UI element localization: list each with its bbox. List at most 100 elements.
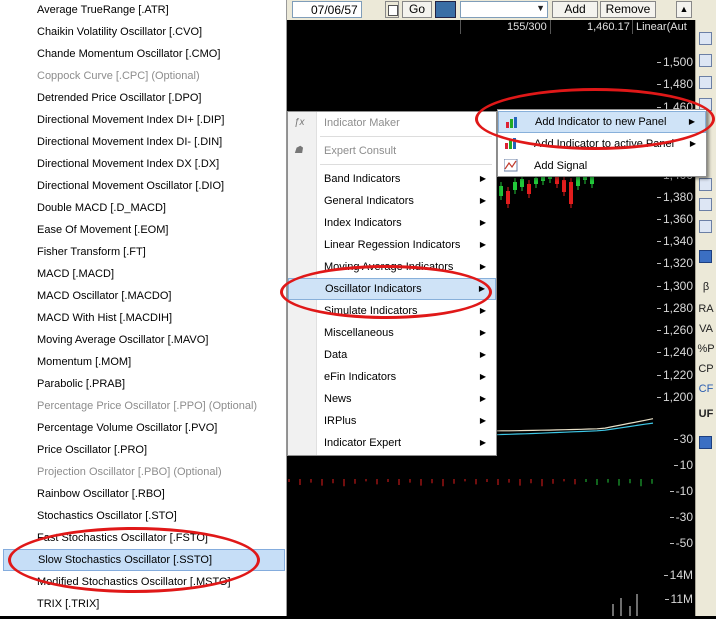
indicator-list-item[interactable]: Directional Movement Index DI+ [.DIP]: [3, 109, 285, 131]
price-axis-label: 1,300: [656, 279, 693, 293]
add-button[interactable]: Add: [552, 1, 598, 18]
menu-item[interactable]: Expert Consult ☗: [288, 140, 496, 162]
menu-item[interactable]: Oscillator Indicators ▶: [288, 278, 496, 300]
submenu-arrow-icon: ▶: [479, 350, 486, 359]
candle-body: [555, 176, 559, 184]
indicator-list-item[interactable]: Momentum [.MOM]: [3, 351, 285, 373]
menu-item[interactable]: eFin Indicators ▶: [288, 366, 496, 388]
ls-icon[interactable]: [699, 250, 712, 263]
menu-item-label: Simulate Indicators: [324, 305, 418, 317]
remove-button[interactable]: Remove: [600, 1, 656, 18]
indicator-list-item[interactable]: Moving Average Oscillator [.MAVO]: [3, 329, 285, 351]
beta-button[interactable]: β: [697, 278, 715, 296]
indicator-list-item[interactable]: Percentage Volume Oscillator [.PVO]: [3, 417, 285, 439]
menu-item[interactable]: Simulate Indicators ▶: [288, 300, 496, 322]
submenu-item[interactable]: Add Indicator to new Panel ▶: [498, 111, 706, 133]
date-input[interactable]: 07/06/57: [292, 1, 362, 18]
cf-button[interactable]: CF: [697, 380, 715, 398]
indicator-list-item[interactable]: Directional Movement Index DI- [.DIN]: [3, 131, 285, 153]
indicator-list-item[interactable]: MACD With Hist [.MACDIH]: [3, 307, 285, 329]
menu-item[interactable]: Index Indicators ▶: [288, 212, 496, 234]
submenu-arrow-icon: ▶: [479, 262, 486, 271]
submenu-arrow-icon: ▶: [479, 438, 486, 447]
indicator-list-item[interactable]: Rainbow Oscillator [.RBO]: [3, 483, 285, 505]
indicator-list-item[interactable]: Parabolic [.PRAB]: [3, 373, 285, 395]
menu-item[interactable]: Band Indicators ▶: [288, 168, 496, 190]
indicator-list-item[interactable]: Percentage Price Oscillator [.PPO] (Opti…: [3, 395, 285, 417]
menu-item[interactable]: Indicator Maker ƒx: [288, 112, 496, 134]
indicator-list-item[interactable]: Stochastics Oscillator [.STO]: [3, 505, 285, 527]
price-readout: 1,460.17: [587, 21, 630, 33]
help-icon[interactable]: [699, 436, 712, 449]
uf-button[interactable]: UF: [697, 405, 715, 423]
add-indicator-submenu: Add Indicator to new Panel ▶ Add Indicator…: [497, 109, 707, 177]
oscillator-axis-label: 30: [673, 432, 693, 446]
indicator-list-item[interactable]: MACD [.MACD]: [3, 263, 285, 285]
indicator-list-item[interactable]: Ease Of Movement [.EOM]: [3, 219, 285, 241]
go-button[interactable]: Go: [402, 1, 432, 18]
percent-p-button[interactable]: %P: [697, 340, 715, 358]
candle-body: [562, 180, 566, 192]
menu-item[interactable]: Linear Regession Indicators ▶: [288, 234, 496, 256]
candle-body: [506, 191, 510, 204]
indicator-list-item[interactable]: Coppock Curve [.CPC] (Optional): [3, 65, 285, 87]
ra-button[interactable]: RA: [697, 300, 715, 318]
menu-item[interactable]: Miscellaneous ▶: [288, 322, 496, 344]
active-panel-icon: [505, 138, 516, 149]
top-toolbar: 07/06/57 Go Add Remove ▲: [280, 0, 716, 21]
indicator-list-item[interactable]: Double MACD [.D_MACD]: [3, 197, 285, 219]
menu-item[interactable]: Data ▶: [288, 344, 496, 366]
menu-item[interactable]: IRPlus ▶: [288, 410, 496, 432]
submenu-item[interactable]: Add Indicator to active Panel ▶: [498, 133, 706, 155]
submenu-arrow-icon: ▶: [479, 218, 486, 227]
submenu-item[interactable]: Add Signal: [498, 155, 706, 177]
chart-settings-icon[interactable]: [699, 76, 712, 89]
indicator-list-item[interactable]: Fisher Transform [.FT]: [3, 241, 285, 263]
zoom-in-icon[interactable]: [699, 178, 712, 191]
menu-item-label: Oscillator Indicators: [325, 283, 422, 295]
indicator-list-item[interactable]: Modified Stochastics Oscillator [.MSTO]: [3, 571, 285, 593]
new-panel-icon: [506, 117, 517, 128]
indicator-list-item[interactable]: Fast Stochastics Oscillator [.FSTO]: [3, 527, 285, 549]
candle-body: [513, 182, 517, 190]
submenu-arrow-icon: ▶: [479, 174, 486, 183]
folder-icon[interactable]: [435, 1, 456, 18]
indicator-list-item[interactable]: Directional Movement Index DX [.DX]: [3, 153, 285, 175]
candle-body: [499, 186, 503, 196]
edit-icon[interactable]: [699, 54, 712, 67]
indicator-list-item[interactable]: Projection Oscillator [.PBO] (Optional): [3, 461, 285, 483]
menu-item[interactable]: Moving Average Indicators ▶: [288, 256, 496, 278]
indicator-list-item[interactable]: Price Oscillator [.PRO]: [3, 439, 285, 461]
calendar-icon[interactable]: [385, 1, 399, 18]
indicator-list-item[interactable]: Detrended Price Oscillator [.DPO]: [3, 87, 285, 109]
menu-item[interactable]: Indicator Expert ▶: [288, 432, 496, 454]
indicator-list-item[interactable]: Slow Stochastics Oscillator [.SSTO]: [3, 549, 285, 571]
submenu-arrow-icon: ▶: [479, 328, 486, 337]
info-separator: [460, 20, 461, 34]
candle-body: [576, 176, 580, 186]
info-separator: [550, 20, 551, 34]
menu-item-label: Linear Regession Indicators: [324, 239, 461, 251]
indicator-list-item[interactable]: Chaikin Volatility Oscillator [.CVO]: [3, 21, 285, 43]
indicator-list-item[interactable]: Directional Movement Oscillator [.DIO]: [3, 175, 285, 197]
indicator-list-item[interactable]: TRIX [.TRIX]: [3, 593, 285, 615]
refresh-icon[interactable]: [699, 220, 712, 233]
calendar-grid-icon[interactable]: [699, 32, 712, 45]
indicator-list-item[interactable]: Average TrueRange [.ATR]: [3, 0, 285, 21]
scroll-arrow-icon[interactable]: ▲: [676, 1, 692, 18]
menu-item-label: Data: [324, 349, 348, 361]
zoom-out-icon[interactable]: [699, 198, 712, 211]
menu-item-label: Indicator Maker: [324, 117, 400, 129]
indicator-list-item[interactable]: Chande Momentum Oscillator [.CMO]: [3, 43, 285, 65]
price-axis-label: 1,360: [656, 212, 693, 226]
cp-button[interactable]: CP: [697, 360, 715, 378]
price-axis-label: 1,340: [656, 234, 693, 248]
indicator-list-item[interactable]: MACD Oscillator [.MACDO]: [3, 285, 285, 307]
submenu-arrow-icon: ▶: [479, 416, 486, 425]
va-button[interactable]: VA: [697, 320, 715, 338]
expert-consult-icon: ☗: [294, 145, 303, 156]
menu-item[interactable]: General Indicators ▶: [288, 190, 496, 212]
menu-item[interactable]: News ▶: [288, 388, 496, 410]
indicator-maker-icon: ƒx: [294, 117, 305, 128]
symbol-dropdown[interactable]: [460, 1, 548, 18]
